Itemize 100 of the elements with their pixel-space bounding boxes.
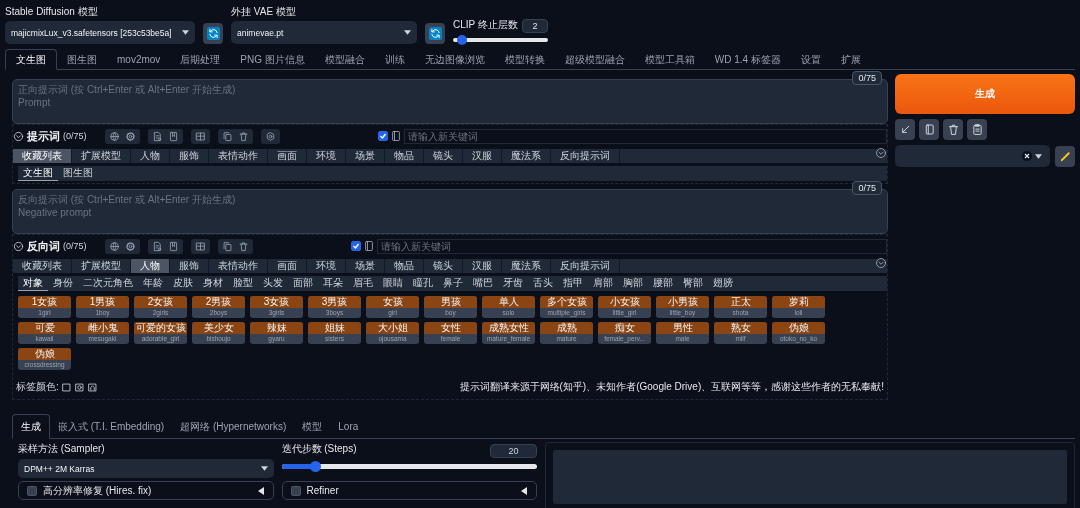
settings-icon[interactable] xyxy=(125,130,136,142)
slider-track[interactable] xyxy=(281,464,537,469)
trash-icon[interactable] xyxy=(238,130,249,142)
subcategory-tab[interactable]: 胸部 xyxy=(618,276,648,291)
category-tab[interactable]: 反向提示词 xyxy=(551,149,620,163)
expand-icon[interactable] xyxy=(875,257,887,269)
keyword-field[interactable]: 请输入新关键词 xyxy=(404,128,887,144)
copy-icon[interactable] xyxy=(222,130,233,142)
settings-icon[interactable] xyxy=(125,240,136,252)
category-tab[interactable]: 人物 xyxy=(131,259,170,273)
panel-icon[interactable] xyxy=(363,240,375,252)
checkbox[interactable] xyxy=(351,241,361,251)
subcategory-tab[interactable]: 文生图 xyxy=(18,166,58,181)
settings-tab[interactable]: 模型 xyxy=(294,414,331,439)
category-tab[interactable]: 扩展模型 xyxy=(72,149,131,163)
number-field[interactable]: 2 xyxy=(521,19,548,33)
subcategory-tab[interactable]: 耳朵 xyxy=(318,276,348,291)
subcategory-tab[interactable]: 指甲 xyxy=(558,276,588,291)
category-tab[interactable]: 魔法系 xyxy=(502,259,551,273)
sampler-dropdown[interactable]: DPM++ 2M Karras xyxy=(18,459,274,478)
grid-icon[interactable] xyxy=(195,240,206,252)
category-tab[interactable]: 镜头 xyxy=(424,149,463,163)
subcategory-tab[interactable]: 舌头 xyxy=(528,276,558,291)
refresh-button[interactable] xyxy=(425,23,445,44)
subcategory-tab[interactable]: 图生图 xyxy=(58,166,98,181)
document-icon[interactable] xyxy=(152,130,163,142)
copy-icon[interactable] xyxy=(222,240,233,252)
panel-icon[interactable] xyxy=(390,130,402,142)
hexagon-icon[interactable] xyxy=(265,130,276,142)
subcategory-tab[interactable]: 对象 xyxy=(18,276,48,291)
subcategory-tab[interactable]: 身份 xyxy=(48,276,78,291)
subcategory-tab[interactable]: 头发 xyxy=(258,276,288,291)
slider-thumb[interactable] xyxy=(309,461,321,472)
model-dropdown[interactable]: majicmixLux_v3.safetensors [253c53be5a] xyxy=(5,21,195,44)
category-tab[interactable]: 汉服 xyxy=(463,149,502,163)
target-icon[interactable] xyxy=(73,381,85,393)
checkbox[interactable] xyxy=(27,485,37,496)
subcategory-tab[interactable]: 面部 xyxy=(288,276,318,291)
subcategory-tab[interactable]: 二次元角色 xyxy=(78,276,138,291)
settings-tab[interactable]: 嵌入式 (T.I. Embedding) xyxy=(50,414,173,439)
clipboard-button[interactable] xyxy=(967,119,987,140)
keyword-field[interactable]: 请输入新关键词 xyxy=(377,238,887,254)
subcategory-tab[interactable]: 脸型 xyxy=(228,276,258,291)
bookmark-icon[interactable] xyxy=(168,130,179,142)
bookmark-icon[interactable] xyxy=(168,240,179,252)
main-tab[interactable]: 模型融合 xyxy=(314,49,375,70)
category-tab[interactable]: 画面 xyxy=(268,259,307,273)
category-tab[interactable]: 反向提示词 xyxy=(551,259,620,273)
subcategory-tab[interactable]: 瞳孔 xyxy=(408,276,438,291)
main-tab[interactable]: mov2mov xyxy=(107,49,171,70)
subcategory-tab[interactable]: 牙齿 xyxy=(498,276,528,291)
category-tab[interactable]: 物品 xyxy=(385,259,424,273)
main-tab[interactable]: 超级模型融合 xyxy=(554,49,635,70)
category-tab[interactable]: 表情动作 xyxy=(209,259,268,273)
slider-thumb[interactable] xyxy=(456,35,467,45)
main-tab[interactable]: 图生图 xyxy=(57,49,107,70)
collapse-icon[interactable] xyxy=(13,240,24,252)
category-tab[interactable]: 环境 xyxy=(307,259,346,273)
category-tab[interactable]: 环境 xyxy=(307,149,346,163)
trash-button[interactable] xyxy=(943,119,963,140)
main-tab[interactable]: 文生图 xyxy=(5,49,57,70)
category-tab[interactable]: 收藏列表 xyxy=(13,149,72,163)
category-tab[interactable]: 场景 xyxy=(346,259,385,273)
number-field[interactable]: 20 xyxy=(490,444,537,458)
subcategory-tab[interactable]: 鼻子 xyxy=(438,276,468,291)
main-tab[interactable]: 模型转换 xyxy=(494,49,555,70)
main-tab[interactable]: 模型工具箱 xyxy=(634,49,705,70)
main-tab[interactable]: 设置 xyxy=(790,49,831,70)
edit-button[interactable] xyxy=(1055,145,1075,167)
slider-track[interactable] xyxy=(453,38,548,42)
trash-icon[interactable] xyxy=(238,240,249,252)
accordion-header[interactable]: Refiner xyxy=(281,481,537,500)
settings-tab[interactable]: 生成 xyxy=(12,414,50,439)
main-tab[interactable]: 后期处理 xyxy=(170,49,231,70)
subcategory-tab[interactable]: 身材 xyxy=(198,276,228,291)
category-tab[interactable]: 镜头 xyxy=(424,259,463,273)
subcategory-tab[interactable]: 眉毛 xyxy=(348,276,378,291)
main-tab[interactable]: 无边图像浏览 xyxy=(414,49,495,70)
category-tab[interactable]: 表情动作 xyxy=(209,149,268,163)
globe-icon[interactable] xyxy=(109,240,120,252)
book-button[interactable] xyxy=(919,119,939,140)
subcategory-tab[interactable]: 肩部 xyxy=(588,276,618,291)
category-tab[interactable]: 魔法系 xyxy=(502,149,551,163)
refresh-button[interactable] xyxy=(203,23,223,44)
accordion-header[interactable]: 高分辨率修复 (Hires. fix) xyxy=(18,481,274,500)
category-tab[interactable]: 服饰 xyxy=(170,149,209,163)
subcategory-tab[interactable]: 翅膀 xyxy=(708,276,738,291)
subcategory-tab[interactable]: 皮肤 xyxy=(168,276,198,291)
collapse-icon[interactable] xyxy=(13,130,24,142)
settings-tab[interactable]: Lora xyxy=(330,414,367,439)
checkbox[interactable] xyxy=(290,485,301,496)
document-icon[interactable] xyxy=(152,240,163,252)
main-tab[interactable]: PNG 图片信息 xyxy=(230,49,315,70)
category-tab[interactable]: 服饰 xyxy=(170,259,209,273)
subcategory-tab[interactable]: 臀部 xyxy=(678,276,708,291)
clear-icon[interactable] xyxy=(1022,151,1032,161)
main-tab[interactable]: 扩展 xyxy=(830,49,871,70)
subcategory-tab[interactable]: 腰部 xyxy=(648,276,678,291)
category-tab[interactable]: 物品 xyxy=(385,149,424,163)
square-icon[interactable] xyxy=(60,381,72,393)
